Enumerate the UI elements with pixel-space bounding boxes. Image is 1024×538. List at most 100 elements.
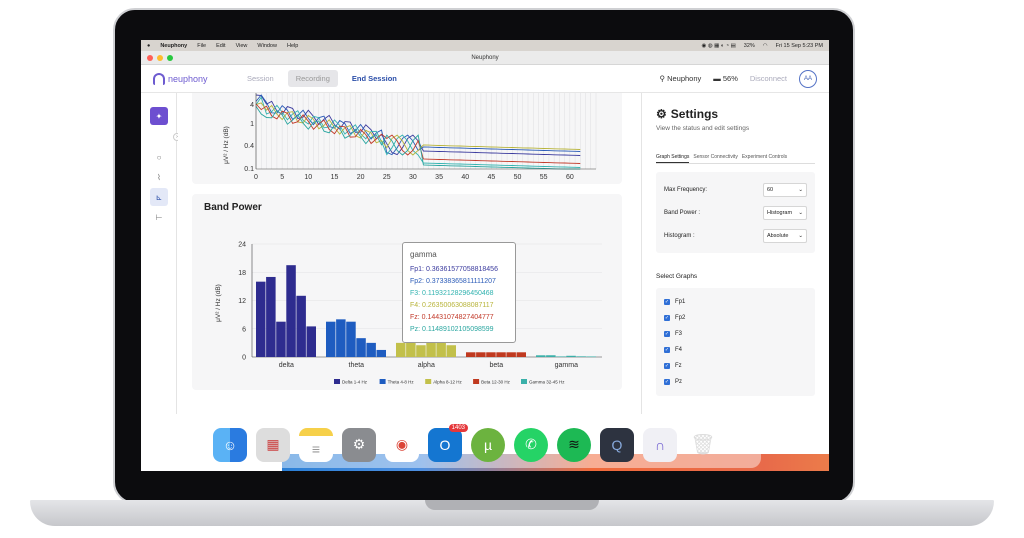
- bar-beta[interactable]: [476, 352, 486, 357]
- menu-file[interactable]: File: [197, 43, 206, 49]
- spectrum-card: μV² / Hz (dB) 4 1 0.4 0.1 0 5 10 15 20 25 30 35…: [192, 93, 622, 184]
- notes-icon[interactable]: ≡: [299, 427, 333, 462]
- bar-delta[interactable]: [266, 276, 276, 357]
- bar-alpha[interactable]: [416, 345, 426, 357]
- battery-percent[interactable]: 32%: [744, 43, 755, 49]
- gear-icon: ⚙: [656, 107, 667, 121]
- band-xlabel: delta: [279, 362, 294, 369]
- bar-alpha[interactable]: [426, 342, 436, 357]
- launchpad-icon[interactable]: ▦: [256, 427, 290, 462]
- graph-checkbox-row[interactable]: ✓ F4: [664, 342, 807, 358]
- finder-icon[interactable]: ☺: [213, 427, 247, 462]
- bar-gamma[interactable]: [576, 356, 586, 357]
- settings-icon[interactable]: ⚙: [342, 427, 376, 462]
- select-graphs-title: Select Graphs: [656, 273, 698, 280]
- disconnect-button[interactable]: Disconnect: [750, 74, 787, 83]
- sidebar-brain-icon[interactable]: ✦: [150, 107, 168, 125]
- sidebar-chart-icon[interactable]: ⊾: [150, 188, 168, 206]
- bar-beta[interactable]: [506, 352, 516, 357]
- whatsapp-icon[interactable]: ✆: [514, 427, 548, 462]
- end-session-button[interactable]: End Session: [344, 70, 405, 87]
- status-icons[interactable]: ◉ ◍ ▦ ◐ ◔ ▤: [702, 43, 736, 49]
- datetime[interactable]: Fri 15 Sep 5:23 PM: [776, 43, 823, 49]
- outlook-icon[interactable]: O 1403: [428, 423, 468, 462]
- graph-checkbox-row[interactable]: ✓ Fp2: [664, 310, 807, 326]
- close-button[interactable]: [147, 55, 153, 61]
- bar-theta[interactable]: [326, 321, 336, 357]
- bar-alpha[interactable]: [446, 345, 457, 357]
- bar-theta[interactable]: [346, 321, 356, 357]
- bar-gamma[interactable]: [566, 355, 576, 357]
- histogram-select[interactable]: Absolute ⌄: [763, 228, 807, 243]
- graph-checkbox-row[interactable]: ✓ Fz: [664, 358, 807, 374]
- quicktime-icon[interactable]: Q: [600, 427, 634, 462]
- zoom-button[interactable]: [167, 55, 173, 61]
- checkbox[interactable]: ✓: [664, 363, 670, 369]
- bar-beta[interactable]: [516, 352, 527, 357]
- wifi-icon[interactable]: ◠: [763, 43, 768, 49]
- avatar[interactable]: AA: [799, 69, 817, 88]
- trash-icon[interactable]: 🗑: [686, 428, 720, 462]
- bar-alpha[interactable]: [436, 342, 446, 357]
- tab-experiment-controls[interactable]: Experiment Controls: [742, 152, 787, 163]
- bar-beta[interactable]: [466, 352, 476, 357]
- bar-gamma[interactable]: [546, 355, 556, 357]
- menu-edit[interactable]: Edit: [216, 43, 225, 49]
- bar-theta[interactable]: [366, 342, 376, 357]
- neuphony-icon[interactable]: ∩: [643, 427, 677, 462]
- minimize-button[interactable]: [157, 55, 163, 61]
- bar-delta[interactable]: [276, 321, 286, 357]
- graph-checkbox-row[interactable]: ✓ Fp1: [664, 294, 807, 310]
- bar-gamma[interactable]: [536, 355, 546, 357]
- chrome-icon[interactable]: ◉: [385, 427, 419, 462]
- sidebar-circle-icon[interactable]: ○: [150, 148, 168, 166]
- main-content: μV² / Hz (dB) 4 1 0.4 0.1 0 5 10 15 20 25 30 35…: [178, 93, 640, 414]
- legend-label: Delta 1-4 Hz: [342, 380, 368, 385]
- graph-label: Fz: [675, 363, 682, 369]
- sidebar-signal-icon[interactable]: ⌇: [150, 168, 168, 186]
- checkbox[interactable]: ✓: [664, 299, 670, 305]
- checkbox[interactable]: ✓: [664, 331, 670, 337]
- band-power-select[interactable]: Histogram ⌄: [763, 205, 807, 220]
- bar-gamma[interactable]: [556, 356, 566, 358]
- checkbox[interactable]: ✓: [664, 315, 670, 321]
- bar-gamma[interactable]: [586, 356, 597, 358]
- bar-delta[interactable]: [256, 281, 266, 357]
- utorrent-icon[interactable]: µ: [471, 427, 505, 462]
- bar-delta[interactable]: [296, 295, 306, 357]
- bar-delta[interactable]: [306, 326, 317, 357]
- device-battery: 56%: [722, 74, 738, 83]
- spectrum-ytick: 0.1: [244, 166, 254, 173]
- bar-theta[interactable]: [336, 319, 346, 357]
- max-frequency-select[interactable]: 60 ⌄: [763, 182, 807, 197]
- window-title: Neuphony: [471, 55, 499, 61]
- band-xlabel: theta: [349, 362, 365, 369]
- tab-graph-settings[interactable]: Graph Settings: [656, 152, 690, 163]
- sidebar-graph-icon[interactable]: ⊢: [150, 208, 168, 226]
- spectrum-xtick: 5: [280, 174, 284, 181]
- graph-checkbox-row[interactable]: ✓ Pz: [664, 374, 807, 390]
- menu-app-name[interactable]: Neuphony: [160, 43, 187, 49]
- bar-theta[interactable]: [356, 338, 366, 357]
- bar-beta[interactable]: [486, 352, 496, 357]
- bar-beta[interactable]: [496, 352, 506, 357]
- spotify-icon[interactable]: ≋: [557, 427, 591, 462]
- spectrum-xtick: 50: [514, 174, 522, 181]
- spectrum-xtick: 20: [357, 174, 365, 181]
- bar-alpha[interactable]: [396, 342, 406, 357]
- tab-sensor-connectivity[interactable]: Sensor Connectivity: [693, 152, 737, 163]
- recording-button[interactable]: Recording: [287, 70, 338, 87]
- menu-help[interactable]: Help: [287, 43, 298, 49]
- session-button[interactable]: Session: [239, 70, 282, 87]
- menu-view[interactable]: View: [236, 43, 248, 49]
- apple-icon[interactable]: ●: [147, 43, 150, 49]
- tooltip: gamma Fp1: 0.36361577058818456 Fp2: 0.373…: [402, 242, 516, 343]
- bar-alpha[interactable]: [406, 342, 416, 357]
- checkbox[interactable]: ✓: [664, 379, 670, 385]
- menu-window[interactable]: Window: [257, 43, 277, 49]
- checkbox[interactable]: ✓: [664, 347, 670, 353]
- bar-theta[interactable]: [376, 349, 387, 357]
- battery-status: ▬ 56%: [713, 74, 738, 83]
- bar-delta[interactable]: [286, 265, 296, 357]
- graph-checkbox-row[interactable]: ✓ F3: [664, 326, 807, 342]
